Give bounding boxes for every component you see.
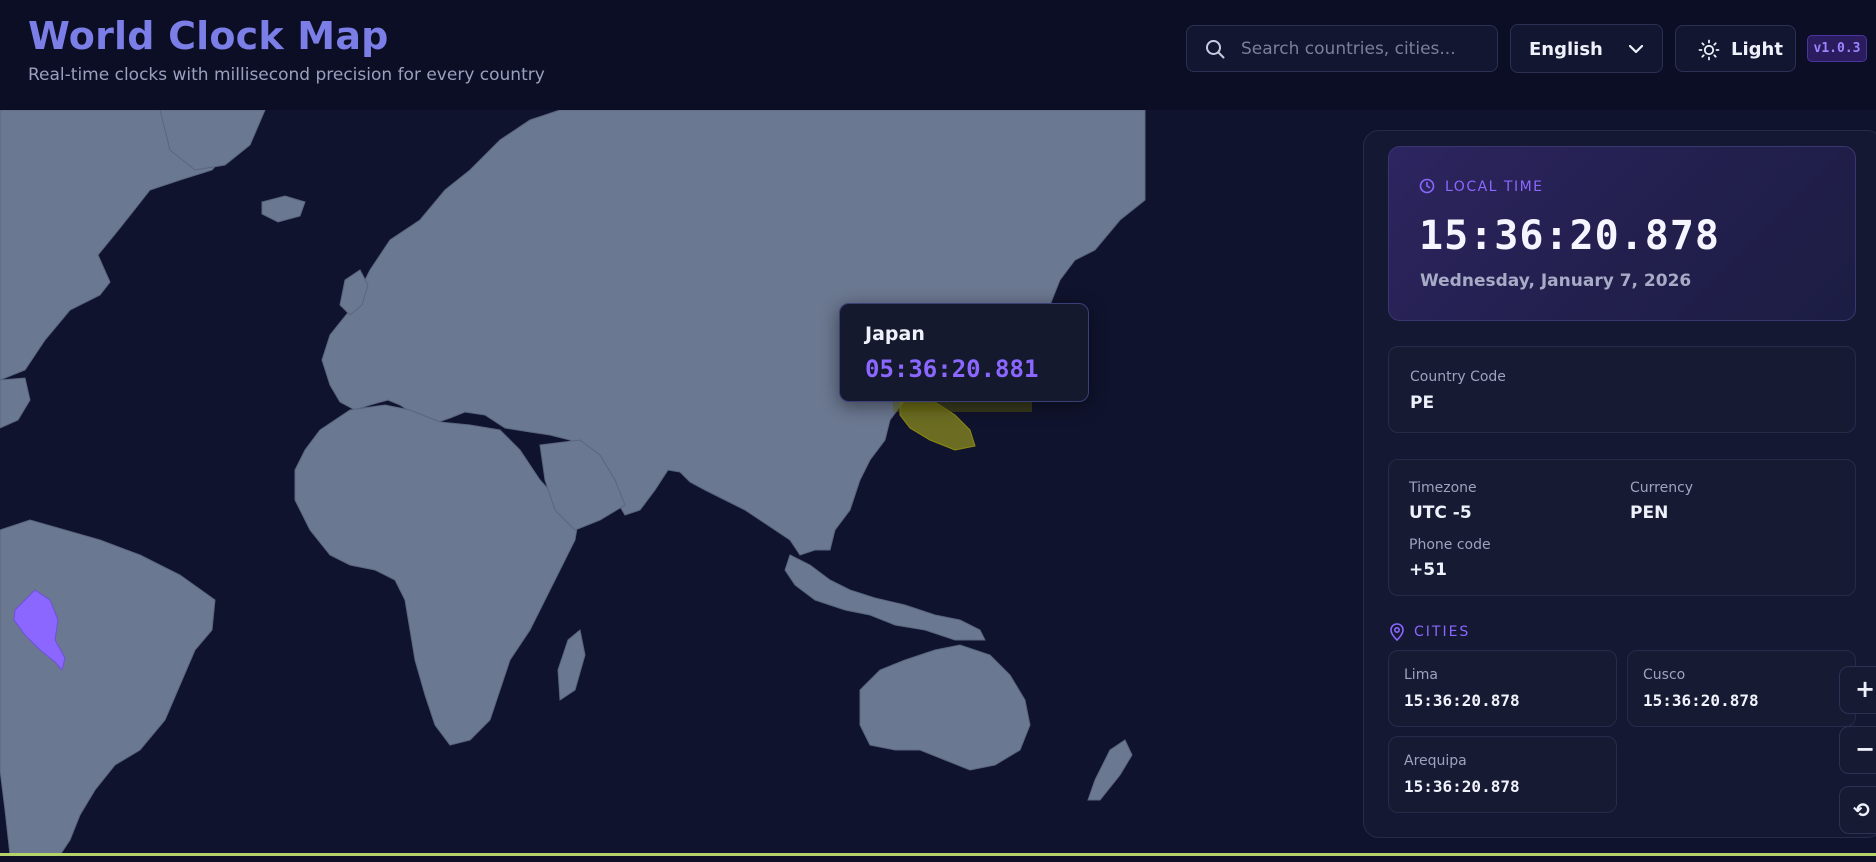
local-time-caption: LOCAL TIME — [1445, 179, 1544, 195]
version-badge: v1.0.3 — [1807, 35, 1867, 62]
zoom-out-button[interactable]: − — [1839, 726, 1876, 774]
map-region-southeast-asia[interactable] — [784, 554, 986, 641]
map-region-australia[interactable] — [859, 644, 1031, 771]
theme-toggle-label: Light — [1731, 39, 1783, 60]
zoom-out-icon: − — [1855, 735, 1876, 763]
city-name: Cusco — [1643, 667, 1686, 683]
search-input[interactable] — [1241, 36, 1481, 62]
bottom-accent-line — [0, 853, 1876, 856]
tooltip-country: Japan — [865, 323, 925, 345]
reset-icon: ⟲ — [1853, 798, 1870, 822]
map-region-new-zealand[interactable] — [1087, 739, 1133, 801]
language-select-value: English — [1529, 39, 1603, 60]
country-tooltip: Japan 05:36:20.881 — [839, 303, 1089, 402]
app-title: World Clock Map — [28, 14, 389, 58]
city-name: Arequipa — [1404, 753, 1467, 769]
city-time: 15:36:20.878 — [1404, 777, 1520, 796]
chevron-down-icon — [1628, 44, 1644, 54]
map-pin-icon — [1390, 623, 1404, 641]
currency-label: Currency — [1630, 480, 1694, 496]
tooltip-time: 05:36:20.881 — [865, 355, 1039, 383]
app-header: World Clock Map Real-time clocks with mi… — [0, 0, 1876, 110]
country-code-value: PE — [1410, 393, 1435, 413]
map-region-south-america[interactable] — [0, 519, 216, 855]
country-code-label: Country Code — [1410, 369, 1506, 385]
phone-code-value: +51 — [1409, 560, 1447, 580]
city-time: 15:36:20.878 — [1404, 691, 1520, 710]
app-subtitle: Real-time clocks with millisecond precis… — [28, 65, 545, 85]
map-region-iceland[interactable] — [261, 195, 306, 223]
country-code-card: Country Code PE — [1388, 346, 1856, 433]
map-region-africa[interactable] — [294, 404, 581, 746]
search-box[interactable] — [1186, 25, 1498, 72]
city-name: Lima — [1404, 667, 1438, 683]
local-time-card: LOCAL TIME 15:36:20.878 Wednesday, Janua… — [1388, 146, 1856, 321]
city-card-cusco[interactable]: Cusco 15:36:20.878 — [1627, 650, 1856, 727]
language-select[interactable]: English — [1510, 24, 1663, 73]
sun-icon — [1698, 39, 1720, 61]
zoom-in-button[interactable]: + — [1839, 666, 1876, 714]
zoom-in-icon: + — [1855, 675, 1876, 703]
timezone-value: UTC -5 — [1409, 503, 1472, 523]
city-time: 15:36:20.878 — [1643, 691, 1759, 710]
local-time-clock: 15:36:20.878 — [1419, 213, 1720, 259]
local-time-date: Wednesday, January 7, 2026 — [1420, 271, 1692, 291]
details-card: Timezone UTC -5 Currency PEN Phone code … — [1388, 459, 1856, 596]
clock-icon — [1419, 178, 1435, 194]
theme-toggle-button[interactable]: Light — [1675, 25, 1796, 72]
timezone-label: Timezone — [1409, 480, 1477, 496]
map-region-madagascar[interactable] — [557, 629, 586, 701]
phone-code-label: Phone code — [1409, 537, 1491, 553]
city-card-arequipa[interactable]: Arequipa 15:36:20.878 — [1388, 736, 1617, 813]
cities-caption: CITIES — [1414, 624, 1471, 640]
currency-value: PEN — [1630, 503, 1669, 523]
reset-view-button[interactable]: ⟲ — [1839, 786, 1876, 834]
search-icon — [1206, 40, 1225, 59]
city-card-lima[interactable]: Lima 15:36:20.878 — [1388, 650, 1617, 727]
map-region-central-america[interactable] — [0, 377, 31, 429]
